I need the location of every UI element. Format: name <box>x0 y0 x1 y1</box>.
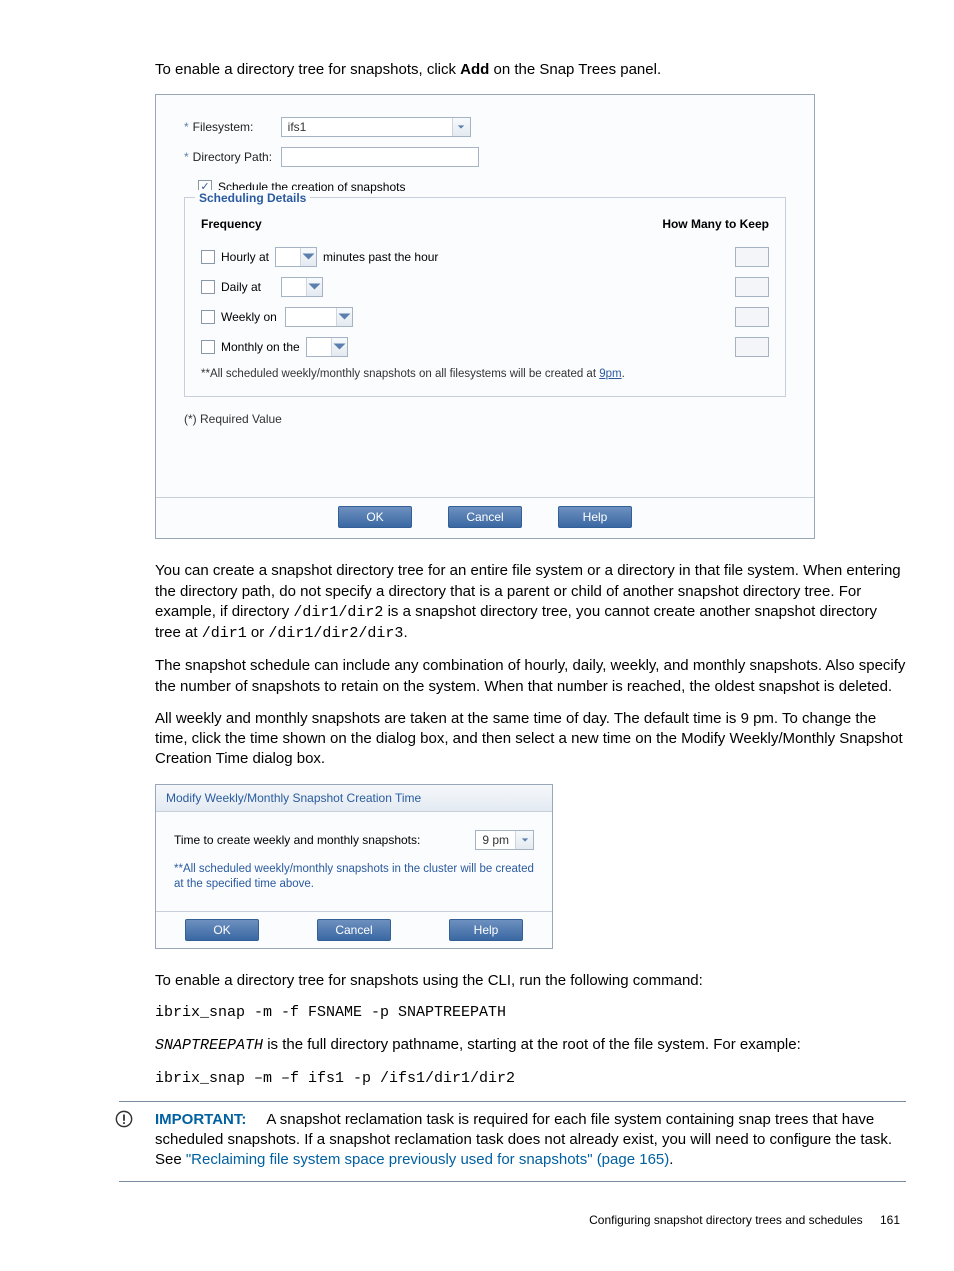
important-label: IMPORTANT: <box>155 1111 246 1128</box>
ok-button[interactable]: OK <box>338 506 412 528</box>
monthly-label: Monthly on the <box>221 339 300 355</box>
intro-bold: Add <box>460 61 489 78</box>
chevron-down-icon <box>515 831 533 849</box>
hourly-minutes-combo[interactable] <box>275 247 317 267</box>
paragraph-3: All weekly and monthly snapshots are tak… <box>155 709 906 770</box>
paragraph-1: You can create a snapshot directory tree… <box>155 561 906 644</box>
hourly-checkbox[interactable] <box>201 250 215 264</box>
monthly-row: Monthly on the <box>201 337 769 357</box>
filesystem-combo[interactable]: ifs1 <box>281 117 471 137</box>
time-combo[interactable]: 9 pm <box>475 830 534 850</box>
schedule-note: **All scheduled weekly/monthly snapshots… <box>201 367 769 383</box>
weekly-checkbox[interactable] <box>201 310 215 324</box>
hourly-row: Hourly at minutes past the hour <box>201 247 769 267</box>
monthly-keep-input[interactable] <box>735 337 769 357</box>
filesystem-label: Filesystem: <box>193 119 281 135</box>
important-xref-link[interactable]: "Reclaiming file system space previously… <box>186 1151 669 1168</box>
required-note: (*) Required Value <box>184 411 786 427</box>
cli-intro: To enable a directory tree for snapshots… <box>155 971 906 991</box>
col-frequency: Frequency <box>201 216 262 232</box>
daily-keep-input[interactable] <box>735 277 769 297</box>
filesystem-row: * Filesystem: ifs1 <box>184 117 786 137</box>
help-button[interactable]: Help <box>558 506 632 528</box>
monthly-day-combo[interactable] <box>306 337 348 357</box>
chevron-down-icon <box>300 248 316 266</box>
weekly-keep-input[interactable] <box>735 307 769 327</box>
cli-command-2: ibrix_snap –m –f ifs1 -p /ifs1/dir1/dir2 <box>155 1069 906 1089</box>
note-prefix: **All scheduled weekly/monthly snapshots… <box>201 368 599 380</box>
required-marker: * <box>184 149 189 165</box>
snapshot-time-link[interactable]: 9pm <box>599 368 621 380</box>
time-label: Time to create weekly and monthly snapsh… <box>174 832 475 848</box>
footer-page-number: 161 <box>880 1213 900 1227</box>
dialog2-note: **All scheduled weekly/monthly snapshots… <box>174 862 534 893</box>
daily-label: Daily at <box>221 279 261 295</box>
page-footer: Configuring snapshot directory trees and… <box>155 1212 906 1228</box>
daily-checkbox[interactable] <box>201 280 215 294</box>
intro-paragraph: To enable a directory tree for snapshots… <box>155 60 906 80</box>
dialog2-button-bar: OK Cancel Help <box>156 911 552 948</box>
dialog1-button-bar: OK Cancel Help <box>156 497 814 538</box>
cli-command-1: ibrix_snap -m -f FSNAME -p SNAPTREEPATH <box>155 1003 906 1023</box>
monthly-checkbox[interactable] <box>201 340 215 354</box>
weekly-day-combo[interactable] <box>285 307 353 327</box>
fieldset-legend: Scheduling Details <box>195 190 310 206</box>
cli-explain: SNAPTREEPATH is the full directory pathn… <box>155 1035 906 1056</box>
important-icon <box>115 1110 133 1128</box>
required-marker: * <box>184 119 189 135</box>
weekly-label: Weekly on <box>221 309 277 325</box>
intro-prefix: To enable a directory tree for snapshots… <box>155 61 460 78</box>
hourly-suffix: minutes past the hour <box>323 249 438 265</box>
time-row: Time to create weekly and monthly snapsh… <box>174 830 534 850</box>
dirpath-row: * Directory Path: <box>184 147 786 167</box>
chevron-down-icon <box>452 118 470 136</box>
chevron-down-icon <box>336 308 352 326</box>
note-suffix: . <box>622 368 625 380</box>
paragraph-2: The snapshot schedule can include any co… <box>155 656 906 697</box>
add-snaptree-dialog: * Filesystem: ifs1 * Directory Path: ✓ S… <box>155 94 815 539</box>
dirpath-input[interactable] <box>281 147 479 167</box>
daily-row: Daily at <box>201 277 769 297</box>
help-button[interactable]: Help <box>449 919 523 941</box>
dirpath-label: Directory Path: <box>193 149 281 165</box>
ok-button[interactable]: OK <box>185 919 259 941</box>
footer-section: Configuring snapshot directory trees and… <box>589 1213 863 1227</box>
col-keep: How Many to Keep <box>662 216 769 232</box>
hourly-keep-input[interactable] <box>735 247 769 267</box>
modify-time-dialog: Modify Weekly/Monthly Snapshot Creation … <box>155 784 553 949</box>
dialog2-title: Modify Weekly/Monthly Snapshot Creation … <box>156 785 552 812</box>
weekly-row: Weekly on <box>201 307 769 327</box>
hourly-label: Hourly at <box>221 249 269 265</box>
cancel-button[interactable]: Cancel <box>448 506 522 528</box>
scheduling-fieldset: Scheduling Details Frequency How Many to… <box>184 197 786 397</box>
important-block: IMPORTANT: A snapshot reclamation task i… <box>119 1101 906 1182</box>
chevron-down-icon <box>306 278 322 296</box>
intro-suffix: on the Snap Trees panel. <box>489 61 661 78</box>
time-value: 9 pm <box>476 832 515 848</box>
daily-time-combo[interactable] <box>281 277 323 297</box>
chevron-down-icon <box>331 338 347 356</box>
cancel-button[interactable]: Cancel <box>317 919 391 941</box>
schedule-header: Frequency How Many to Keep <box>201 216 769 232</box>
filesystem-value: ifs1 <box>282 119 452 135</box>
